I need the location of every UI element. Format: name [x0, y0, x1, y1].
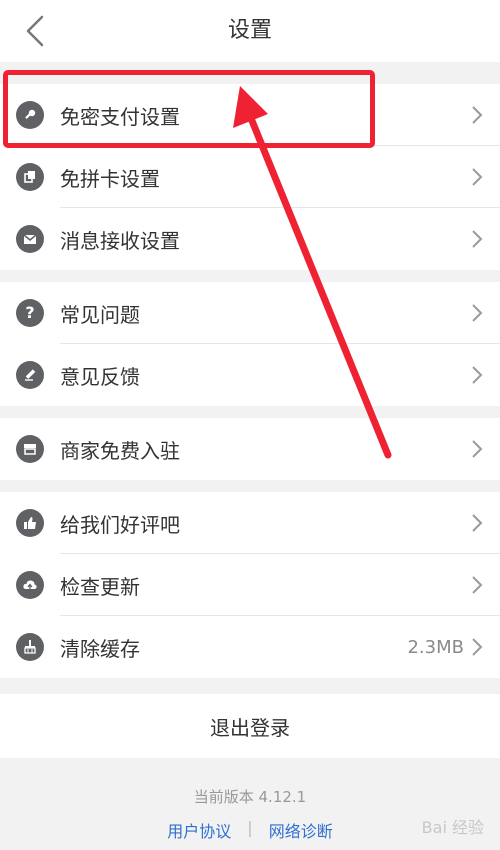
store-icon: [16, 435, 44, 463]
page-title: 设置: [227, 18, 272, 43]
network-diagnosis-link[interactable]: 网络诊断: [269, 818, 333, 842]
settings-item-check-update[interactable]: 检查更新: [0, 554, 500, 616]
settings-item-rate-us[interactable]: 给我们好评吧: [0, 492, 500, 554]
settings-item-password-free-payment[interactable]: 免密支付设置: [0, 84, 500, 146]
chevron-right-icon: [472, 168, 483, 186]
card-copy-icon: [16, 163, 44, 191]
settings-item-label: 清除缓存: [60, 636, 140, 661]
settings-item-label: 免密支付设置: [60, 104, 180, 129]
settings-item-label: 消息接收设置: [60, 228, 180, 253]
chevron-right-icon: [472, 514, 483, 532]
version-text: 当前版本 4.12.1: [193, 788, 307, 806]
mail-icon: [16, 225, 44, 253]
chevron-right-icon: [472, 304, 483, 322]
chevron-right-icon: [472, 576, 483, 594]
user-agreement-link[interactable]: 用户协议: [167, 818, 231, 842]
settings-group-merchant: 商家免费入驻: [0, 418, 500, 480]
upload-cloud-icon: [16, 571, 44, 599]
settings-item-message-settings[interactable]: 消息接收设置: [0, 208, 500, 270]
settings-item-label: 免拼卡设置: [60, 166, 160, 191]
broom-icon: [16, 633, 44, 661]
settings-group-app: 给我们好评吧 检查更新 清除缓存 2.3MB: [0, 492, 500, 678]
settings-item-label: 给我们好评吧: [60, 512, 180, 537]
settings-group-payment: 免密支付设置 免拼卡设置 消息接收设置: [0, 84, 500, 270]
cache-size-value: 2.3MB: [407, 636, 464, 658]
top-bar: 设置: [0, 0, 500, 62]
link-separator: |: [247, 818, 253, 837]
chevron-right-icon: [472, 106, 483, 124]
chevron-right-icon: [472, 638, 483, 656]
settings-item-label: 常见问题: [60, 302, 140, 327]
pencil-icon: [16, 361, 44, 389]
settings-item-feedback[interactable]: 意见反馈: [0, 344, 500, 406]
settings-item-label: 商家免费入驻: [60, 438, 180, 463]
settings-item-faq[interactable]: ? 常见问题: [0, 282, 500, 344]
settings-item-label: 意见反馈: [60, 364, 140, 389]
settings-item-label: 检查更新: [60, 574, 140, 599]
settings-item-free-group-card[interactable]: 免拼卡设置: [0, 146, 500, 208]
thumb-up-icon: [16, 509, 44, 537]
footer: 当前版本 4.12.1 用户协议 | 网络诊断 Bai 经验: [0, 758, 500, 850]
question-icon: ?: [16, 299, 44, 327]
settings-item-merchant-join[interactable]: 商家免费入驻: [0, 418, 500, 480]
settings-group-help: ? 常见问题 意见反馈: [0, 282, 500, 406]
key-icon: [16, 101, 44, 129]
chevron-right-icon: [472, 230, 483, 248]
watermark: Bai 经验: [421, 818, 484, 837]
chevron-right-icon: [472, 440, 483, 458]
logout-button[interactable]: 退出登录: [0, 694, 500, 758]
settings-item-clear-cache[interactable]: 清除缓存 2.3MB: [0, 616, 500, 678]
chevron-right-icon: [472, 366, 483, 384]
